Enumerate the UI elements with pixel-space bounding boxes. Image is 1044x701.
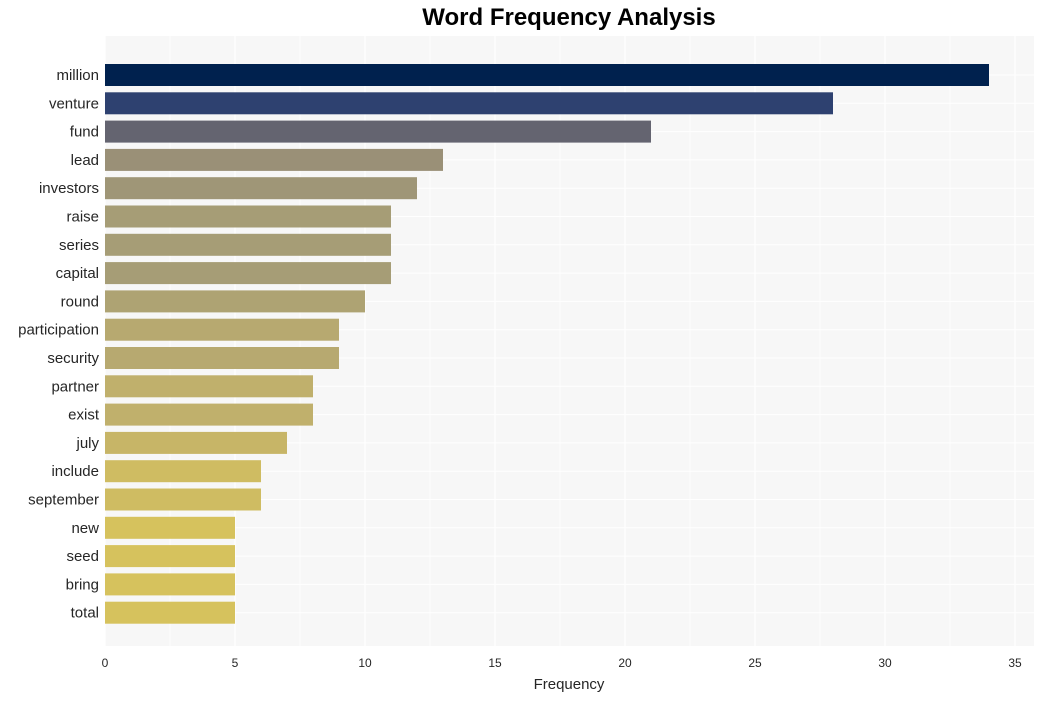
bar-include [105, 460, 261, 483]
y-tick-label: round [61, 293, 99, 310]
bar-seed [105, 545, 235, 568]
y-tick-label: million [56, 67, 99, 84]
y-tick-label: partner [51, 378, 99, 395]
bar-lead [105, 148, 443, 171]
x-tick-label: 25 [748, 656, 762, 670]
bar-participation [105, 318, 339, 341]
x-tick-label: 10 [358, 656, 372, 670]
y-tick-label: new [71, 520, 99, 537]
bar-bring [105, 573, 235, 596]
x-tick-label: 5 [232, 656, 239, 670]
y-tick-label: total [71, 605, 99, 622]
bar-chart: million venture fund lead investors raise seri… [18, 36, 1034, 693]
y-tick-label: bring [66, 576, 99, 593]
y-tick-label: include [51, 463, 99, 480]
y-tick-label: capital [56, 265, 99, 282]
y-tick-label: raise [66, 209, 99, 226]
bar-investors [105, 177, 417, 200]
x-tick-label: 35 [1008, 656, 1022, 670]
y-tick-label: september [28, 492, 99, 509]
bar-capital [105, 262, 391, 285]
bar-fund [105, 120, 651, 143]
bar-september [105, 488, 261, 511]
x-tick-label: 0 [102, 656, 109, 670]
bar-july [105, 431, 287, 454]
x-tick-label: 20 [618, 656, 632, 670]
y-tick-label: security [47, 350, 99, 367]
bar-security [105, 347, 339, 369]
y-tick-label: exist [68, 407, 100, 424]
y-tick-label: july [75, 435, 99, 452]
bar-raise [105, 205, 391, 228]
bar-million [105, 64, 989, 86]
y-tick-label: series [59, 237, 99, 254]
bar-round [105, 290, 365, 313]
y-tick-label: venture [49, 95, 99, 112]
bar-total [105, 601, 235, 624]
y-tick-label: seed [66, 548, 99, 565]
bar-partner [105, 375, 313, 398]
x-tick-label: 30 [878, 656, 892, 670]
bar-new [105, 516, 235, 539]
x-tick-label: 15 [488, 656, 502, 670]
y-tick-label: lead [71, 152, 99, 169]
bar-exist [105, 403, 313, 426]
bar-series [105, 233, 391, 256]
y-tick-label: fund [70, 124, 99, 141]
y-tick-label: participation [18, 322, 99, 339]
y-tick-label: investors [39, 180, 99, 197]
x-axis-label: Frequency [534, 676, 605, 693]
bar-venture [105, 92, 833, 115]
